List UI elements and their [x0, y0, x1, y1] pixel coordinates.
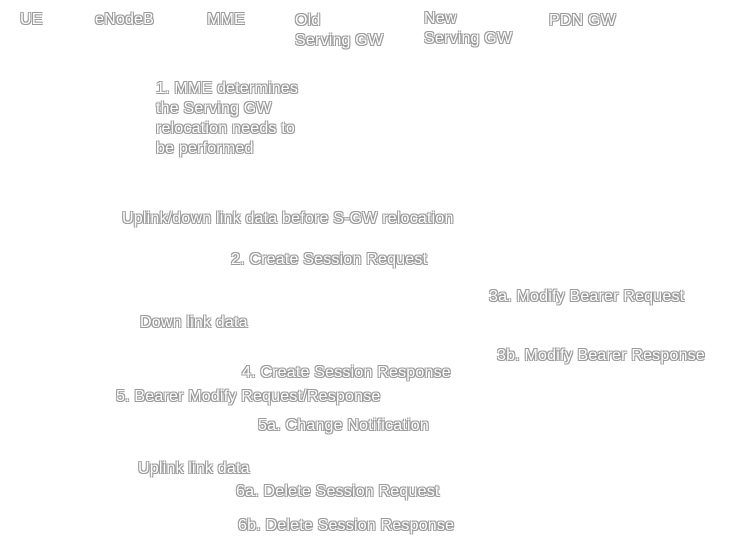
downlink-data-label: Down link data	[140, 314, 248, 331]
entity-ue: UE	[20, 11, 43, 28]
step-5a-change-notification: 5a. Change Notification	[258, 417, 429, 434]
step-2-create-session-request: 2. Create Session Request	[231, 251, 428, 268]
uplink-downlink-before-label: Uplink/down link data before S-GW reloca…	[122, 210, 454, 227]
uplink-data-label: Uplink link data	[138, 460, 250, 477]
step-3b-modify-bearer-response: 3b. Modify Bearer Response	[497, 347, 705, 364]
entity-new-serving-gw: New Serving GW	[424, 10, 513, 47]
step-5-bearer-modify: 5. Bearer Modify Request/Response	[116, 388, 381, 405]
step-4-create-session-response: 4. Create Session Response	[242, 364, 451, 381]
entity-mme: MME	[207, 11, 245, 28]
entity-pdn-gw: PDN GW	[549, 12, 616, 29]
step-1-note: 1. MME determines the Serving GW relocat…	[156, 80, 299, 157]
entity-enodeb: eNodeB	[95, 11, 155, 28]
step-3a-modify-bearer-request: 3a. Modify Bearer Request	[489, 288, 685, 305]
step-6a-delete-session-request: 6a. Delete Session Request	[236, 483, 440, 500]
entity-old-serving-gw: Old Serving GW	[295, 12, 384, 49]
step-6b-delete-session-response: 6b. Delete Session Response	[238, 517, 455, 534]
